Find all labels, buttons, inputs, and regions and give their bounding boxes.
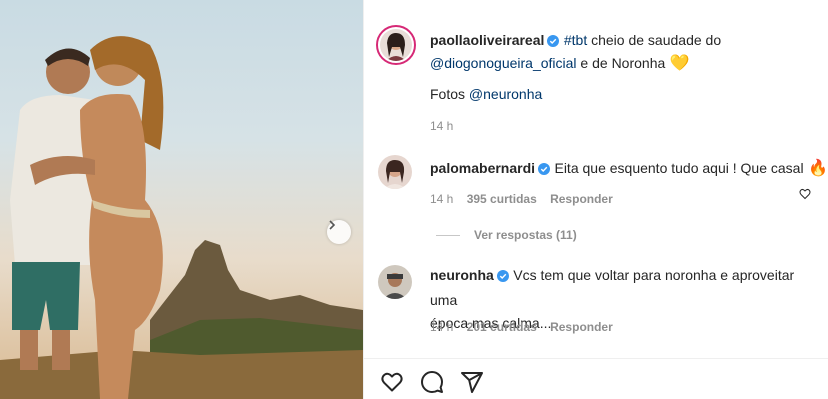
- share-icon: [461, 372, 483, 393]
- heart-emoji: 💛: [669, 55, 690, 72]
- share-button[interactable]: [460, 370, 484, 399]
- post-credits: Fotos @neuronha: [430, 84, 542, 104]
- chevron-right-icon: [329, 220, 336, 230]
- comment-time[interactable]: 14 h: [430, 192, 453, 206]
- credits-label: Fotos: [430, 86, 469, 102]
- avatar-image: [380, 29, 412, 61]
- view-replies-button[interactable]: Ver respostas (11): [436, 228, 577, 242]
- commenter-username[interactable]: palomabernardi: [430, 160, 535, 176]
- hashtag-link[interactable]: #tbt: [564, 32, 587, 48]
- reply-button[interactable]: Responder: [550, 320, 613, 334]
- mention-link[interactable]: @diogonogueira_oficial: [430, 55, 577, 71]
- replies-line: [436, 234, 460, 236]
- commenter-avatar[interactable]: [378, 265, 412, 299]
- verified-badge-icon: [496, 267, 509, 289]
- comments-panel: paollaoliveirareal #tbt cheio de saudade…: [364, 0, 828, 399]
- comment-text: Eita que esquento tudo aqui ! Que casal: [554, 160, 804, 176]
- comment-button[interactable]: [420, 370, 444, 399]
- like-button[interactable]: [380, 370, 404, 399]
- comment-1: palomabernardi Eita que esquento tudo aq…: [430, 158, 828, 181]
- post-photo: [0, 0, 363, 399]
- photo-illustration: [0, 36, 363, 399]
- post-time[interactable]: 14 h: [430, 119, 453, 133]
- verified-badge-icon: [547, 33, 560, 53]
- comment-2-meta: 14 h 201 curtidas Responder: [430, 320, 613, 334]
- comment-likes[interactable]: 395 curtidas: [467, 192, 537, 206]
- heart-outline-icon: [799, 188, 811, 200]
- next-photo-button[interactable]: [327, 220, 351, 244]
- view-replies-label: Ver respostas (11): [474, 228, 577, 242]
- comment-icon: [421, 371, 443, 393]
- author-avatar[interactable]: [376, 25, 416, 65]
- like-icon: [381, 372, 403, 392]
- comment-time[interactable]: 14 h: [430, 320, 453, 334]
- fire-emoji: 🔥: [808, 160, 828, 177]
- caption-suffix: e de Noronha: [576, 55, 666, 71]
- comment-likes[interactable]: 201 curtidas: [467, 320, 537, 334]
- caption-text: cheio de saudade do: [587, 32, 722, 48]
- actions-divider: [364, 358, 828, 359]
- reply-button[interactable]: Responder: [550, 192, 613, 206]
- comment-1-meta: 14 h 395 curtidas Responder: [430, 192, 613, 206]
- avatar-image: [378, 155, 412, 189]
- commenter-avatar[interactable]: [378, 155, 412, 189]
- post-caption: paollaoliveirareal #tbt cheio de saudade…: [430, 30, 815, 74]
- like-comment-button[interactable]: [799, 187, 811, 205]
- verified-badge-icon: [538, 161, 551, 181]
- credits-mention-link[interactable]: @neuronha: [469, 86, 542, 102]
- commenter-username[interactable]: neuronha: [430, 267, 494, 283]
- author-username[interactable]: paollaoliveirareal: [430, 32, 544, 48]
- avatar-image: [378, 265, 412, 299]
